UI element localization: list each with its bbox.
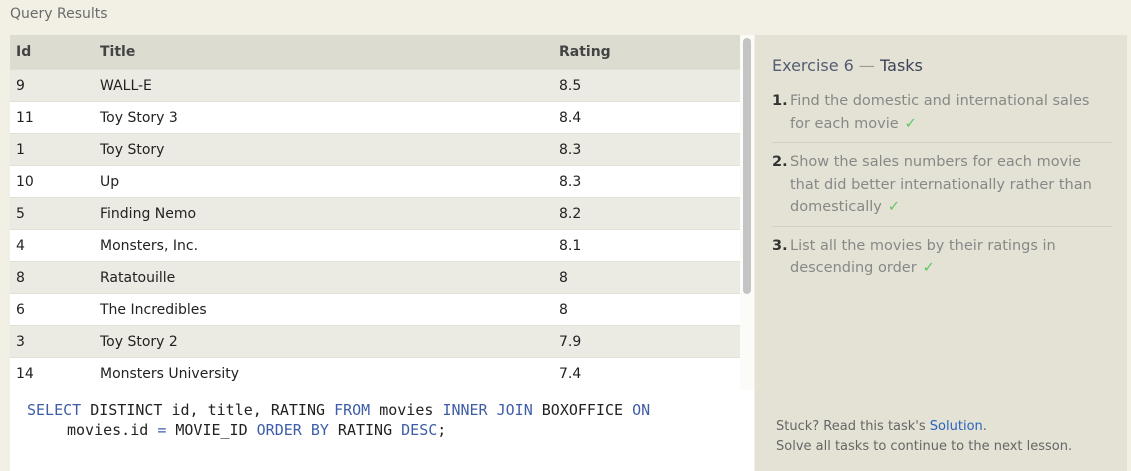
table-row: 11 Toy Story 3 8.4 (10, 101, 740, 133)
sql-text: DISTINCT id, title, RATING (81, 401, 335, 419)
scrollbar-thumb[interactable] (743, 38, 751, 294)
cell-rating: 8.1 (559, 238, 582, 254)
table-row: 1 Toy Story 8.3 (10, 133, 740, 165)
sql-keyword: DESC (401, 421, 438, 439)
sql-text: movies (370, 401, 443, 419)
table-row: 9 WALL-E 8.5 (10, 69, 740, 101)
query-results-header: Query Results (0, 0, 1131, 34)
cell-rating: 8.3 (559, 142, 582, 158)
cell-id: 10 (16, 174, 34, 190)
cell-title: Toy Story 2 (100, 334, 178, 350)
cell-title: WALL-E (100, 78, 152, 94)
task-text: Show the sales numbers for each movie th… (790, 154, 1092, 215)
cell-id: 4 (16, 238, 25, 254)
task-item: 3. List all the movies by their ratings i… (772, 235, 1112, 287)
results-scrollbar[interactable] (740, 35, 754, 390)
stuck-prefix: Stuck? Read this task's (776, 419, 930, 434)
column-header-title: Title (100, 44, 136, 60)
sql-line-1[interactable]: SELECT DISTINCT id, title, RATING FROM m… (27, 401, 650, 419)
sql-keyword: FROM (334, 401, 371, 419)
exercise-name: Exercise 6 (772, 56, 854, 75)
cell-id: 3 (16, 334, 25, 350)
task-number: 1. (772, 93, 788, 109)
cell-title: Monsters University (100, 366, 240, 382)
cell-rating: 8 (559, 270, 568, 286)
cell-rating: 8.2 (559, 206, 582, 222)
task-number: 2. (772, 154, 788, 170)
sql-keyword: INNER JOIN (442, 401, 533, 419)
cell-id: 5 (16, 206, 25, 222)
sql-text: MOVIE_ID (166, 421, 257, 439)
sql-keyword: ORDER BY (256, 421, 329, 439)
table-row: 3 Toy Story 2 7.9 (10, 325, 740, 357)
cell-rating: 8 (559, 302, 568, 318)
cell-rating: 8.4 (559, 110, 582, 126)
column-header-rating: Rating (559, 44, 611, 60)
tasks-label: Tasks (880, 56, 923, 75)
sql-editor[interactable]: SELECT DISTINCT id, title, RATING FROM m… (10, 390, 754, 471)
table-row: 10 Up 8.3 (10, 165, 740, 197)
cell-title: Toy Story 3 (100, 110, 178, 126)
cell-rating: 7.4 (559, 366, 582, 382)
cell-rating: 8.5 (559, 78, 582, 94)
cell-id: 8 (16, 270, 25, 286)
exercise-title: Exercise 6 — Tasks (772, 56, 923, 75)
table-header: Id Title Rating (10, 35, 740, 69)
sql-text: BOXOFFICE (532, 401, 633, 419)
table-row: 8 Ratatouille 8 (10, 261, 740, 293)
sql-keyword: = (157, 421, 167, 439)
cell-title: Up (100, 174, 120, 190)
cell-id: 14 (16, 366, 34, 382)
cell-rating: 8.3 (559, 174, 582, 190)
cell-title: Monsters, Inc. (100, 238, 199, 254)
stuck-text: Stuck? Read this task's Solution. (776, 419, 987, 434)
cell-title: Toy Story (100, 142, 165, 158)
checkmark-icon: ✓ (904, 115, 917, 132)
solution-link[interactable]: Solution (930, 419, 983, 434)
sql-keyword: ON (632, 401, 651, 419)
tasks-panel: Exercise 6 — Tasks 1. Find the domestic a… (755, 35, 1127, 471)
sql-text: movies.id (67, 421, 158, 439)
cell-id: 1 (16, 142, 25, 158)
sql-line-2[interactable]: movies.id = MOVIE_ID ORDER BY RATING DES… (67, 421, 446, 439)
task-text: Find the domestic and international sale… (790, 93, 1090, 132)
title-separator: — (853, 56, 881, 75)
cell-title: Finding Nemo (100, 206, 197, 222)
continue-text: Solve all tasks to continue to the next … (776, 439, 1073, 454)
task-item: 2. Show the sales numbers for each movie … (772, 151, 1112, 227)
table-row: 5 Finding Nemo 8.2 (10, 197, 740, 229)
cell-title: The Incredibles (100, 302, 207, 318)
cell-id: 11 (16, 110, 34, 126)
column-header-id: Id (16, 44, 32, 60)
checkmark-icon: ✓ (922, 260, 935, 276)
task-item: 1. Find the domestic and international sa… (772, 90, 1112, 143)
table-row: 4 Monsters, Inc. 8.1 (10, 229, 740, 261)
tasks-list: 1. Find the domestic and international sa… (772, 90, 1112, 295)
task-number: 3. (772, 237, 788, 254)
results-table: Id Title Rating 9 WALL-E 8.5 11 Toy Story 3 8… (10, 35, 740, 390)
cell-title: Ratatouille (100, 270, 176, 286)
stuck-suffix: . (982, 419, 987, 434)
query-results-title: Query Results (10, 6, 108, 22)
sql-text: RATING (328, 421, 402, 439)
table-row: 14 Monsters University 7.4 (10, 357, 740, 389)
table-row: 6 The Incredibles 8 (10, 293, 740, 325)
sql-text: ; (437, 421, 447, 439)
cell-rating: 7.9 (559, 334, 582, 350)
cell-id: 6 (16, 302, 25, 318)
sql-keyword: SELECT (27, 401, 82, 419)
checkmark-icon: ✓ (887, 199, 901, 215)
cell-id: 9 (16, 78, 25, 94)
